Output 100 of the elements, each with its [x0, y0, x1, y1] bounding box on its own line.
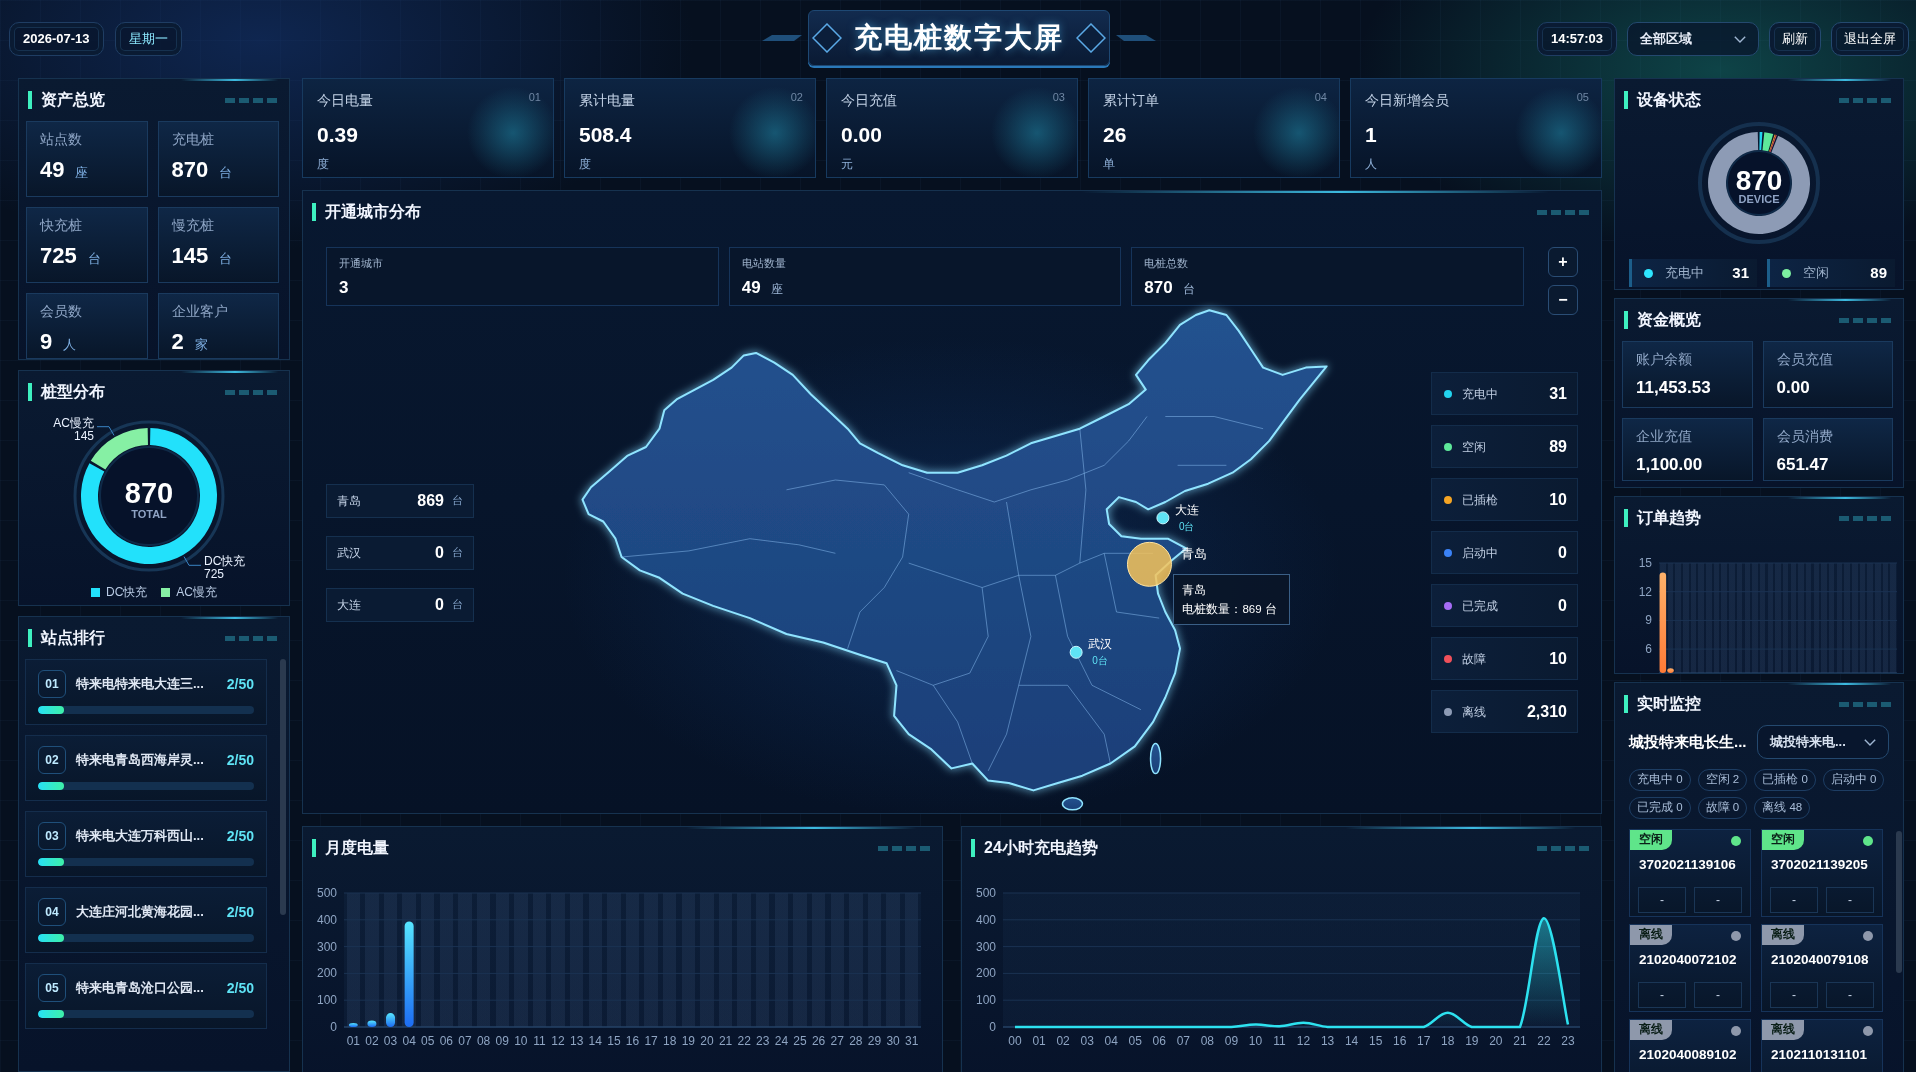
exit-fullscreen-button[interactable]: 退出全屏: [1831, 22, 1909, 56]
axis-label: 22: [737, 1034, 751, 1048]
dashes-icon: [1839, 701, 1891, 707]
bar: [386, 1013, 396, 1027]
station-name: 特来电大连万科西山...: [76, 827, 204, 846]
status-label: 启动中: [1462, 544, 1498, 562]
axis-label: 08: [1200, 1034, 1215, 1048]
axis-label: 02: [1056, 1034, 1070, 1048]
axis-label: 500: [975, 886, 996, 900]
panel-title: 资产总览: [28, 91, 105, 109]
city-marker-icon[interactable]: [1126, 541, 1172, 587]
axis-label: 6: [1645, 642, 1652, 657]
diamond-icon: [1076, 23, 1106, 53]
dashes-icon: [1839, 317, 1891, 323]
city-row[interactable]: 武汉 0 台: [326, 535, 474, 570]
device-id: 2102040089102: [1639, 1046, 1737, 1064]
axis-label: 05: [1128, 1034, 1142, 1048]
scrollbar[interactable]: [280, 659, 286, 915]
status-label: 充电中: [1462, 385, 1498, 403]
axis-label: 07: [1176, 1034, 1190, 1048]
stat-value: 870: [1144, 276, 1173, 299]
axis-label: 22: [1537, 1034, 1551, 1048]
panel-title: 站点排行: [28, 629, 105, 647]
device-card[interactable]: 离线 2102040079108 - -: [1761, 924, 1883, 1012]
connector-slot: -: [1638, 887, 1686, 914]
panel-title: 资金概览: [1624, 311, 1701, 329]
ranking-item[interactable]: 02 特来电青岛西海岸灵... 2/50: [25, 735, 267, 801]
panel-title: 24小时充电趋势: [971, 839, 1098, 857]
data-label: AC慢充: [53, 415, 94, 430]
kpi-unit: 度: [579, 156, 591, 174]
panel-title: 设备状态: [1624, 91, 1701, 109]
device-card[interactable]: 空闲 3702021139205 - -: [1761, 829, 1883, 917]
city-row[interactable]: 青岛 869 台: [326, 483, 474, 518]
axis-label: 27: [830, 1034, 844, 1048]
stat-value: 11,453.53: [1636, 377, 1711, 399]
rank-number: 03: [38, 822, 66, 850]
date-display: 2026-07-13: [9, 22, 104, 56]
station-title: 城投特来电长生...: [1629, 731, 1747, 752]
device-card[interactable]: 空闲 3702021139106 - -: [1629, 829, 1751, 917]
axis-label: 10: [514, 1034, 528, 1048]
stat-label: 电桩总数: [1144, 256, 1189, 271]
axis-label: 29: [867, 1034, 882, 1048]
status-tag: 离线: [1630, 925, 1672, 945]
scrollbar[interactable]: [1896, 831, 1902, 973]
axis-label: 20: [1489, 1034, 1503, 1048]
ranking-item[interactable]: 01 特来电特来电大连三... 2/50: [25, 659, 267, 725]
device-card[interactable]: 离线 2102040089102: [1629, 1019, 1751, 1072]
ranking-item[interactable]: 05 特来电青岛沧口公园... 2/50: [25, 963, 267, 1029]
status-value: 10: [1549, 489, 1567, 510]
card-index: 04: [1314, 90, 1327, 105]
stat-value: 9: [40, 329, 53, 355]
kpi-label: 今日充值: [841, 92, 897, 110]
axis-label: 07: [458, 1034, 472, 1048]
station-select[interactable]: 城投特来电...: [1757, 725, 1889, 759]
connector-slot: -: [1770, 887, 1818, 914]
total-label: DEVICE: [1738, 193, 1780, 205]
device-card[interactable]: 离线 2102040072102 - -: [1629, 924, 1751, 1012]
kpi-value: 0.00: [841, 123, 882, 148]
stat-unit: 座: [75, 164, 89, 182]
city-marker-icon[interactable]: [1155, 511, 1169, 525]
card-index: 03: [1052, 90, 1065, 105]
city-marker-icon[interactable]: [1069, 645, 1083, 659]
panel-title: 桩型分布: [28, 383, 105, 401]
status-value: 0: [1558, 595, 1567, 616]
dashes-icon: [225, 97, 277, 103]
stat-unit: 台: [219, 164, 233, 182]
ranking-item[interactable]: 03 特来电大连万科西山... 2/50: [25, 811, 267, 877]
device-card[interactable]: 离线 2102110131101: [1761, 1019, 1883, 1072]
zoom-in-button[interactable]: +: [1548, 247, 1578, 277]
tooltip-title: 青岛: [1182, 582, 1207, 600]
axis-label: 23: [1561, 1034, 1575, 1048]
city-label: 大连: [1174, 502, 1199, 517]
axis-label: 11: [533, 1034, 546, 1048]
axis-label: 02: [365, 1034, 379, 1048]
axis-label: 03: [383, 1034, 398, 1048]
ranking-item[interactable]: 04 大连庄河北黄海花园... 2/50: [25, 887, 267, 953]
city-label: 青岛: [1180, 546, 1207, 562]
axis-label: 200: [975, 966, 996, 981]
axis-label: 12: [1638, 584, 1652, 599]
stat-label: 账户余额: [1636, 351, 1692, 369]
city-row[interactable]: 大连 0 台: [326, 587, 474, 622]
axis-label: 06: [1152, 1034, 1166, 1048]
diamond-icon: [812, 23, 842, 53]
total-label: TOTAL: [131, 508, 167, 520]
stat-label: 站点数: [40, 131, 82, 149]
tooltip-text: 电桩数量：869 台: [1182, 602, 1277, 618]
card-index: 02: [790, 90, 803, 105]
stat-label: 电站数量: [741, 256, 786, 271]
zoom-out-button[interactable]: −: [1548, 285, 1578, 315]
stat-unit: 座: [770, 280, 783, 298]
axis-label: 05: [421, 1034, 435, 1048]
axis-label: 100: [316, 993, 337, 1008]
region-select[interactable]: 全部区域: [1627, 22, 1759, 56]
panel-title: 订单趋势: [1624, 509, 1701, 527]
axis-label: 28: [849, 1034, 863, 1048]
axis-label: 16: [625, 1034, 640, 1048]
station-name: 特来电青岛西海岸灵...: [76, 751, 204, 770]
refresh-button[interactable]: 刷新: [1769, 22, 1821, 56]
station-count: 2/50: [226, 978, 254, 998]
device-id: 3702021139205: [1771, 856, 1868, 874]
